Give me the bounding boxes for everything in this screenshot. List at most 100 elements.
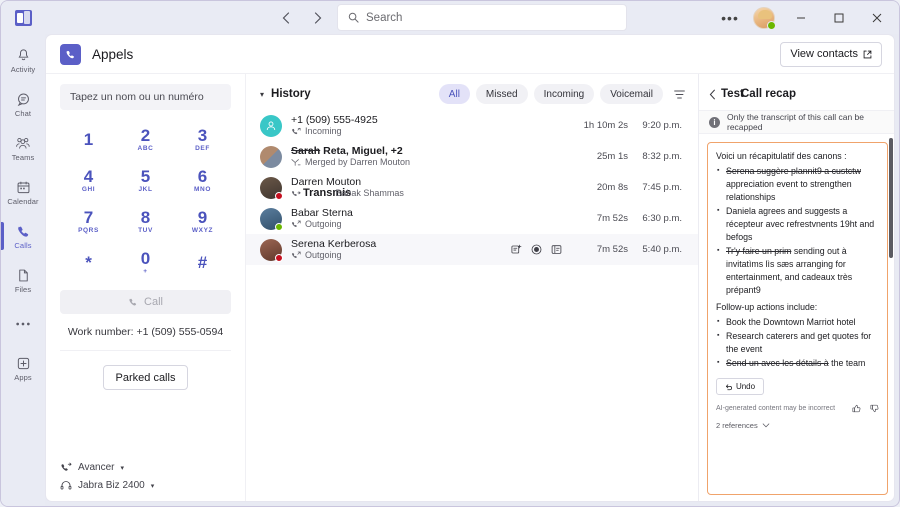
table-row[interactable]: Serena Kerberosa Outgoing 7m 52s 5:40 p.…	[246, 234, 698, 265]
key-digit: 4	[83, 166, 94, 186]
sidebar-label-activity: Activity	[10, 64, 36, 74]
call-button-label: Call	[144, 296, 163, 308]
filter-chip-incoming[interactable]: Incoming	[533, 84, 595, 104]
sidebar-item-files[interactable]: Files	[1, 258, 45, 302]
sidebar-label-apps: Apps	[14, 372, 32, 382]
main-content-card: Appels View contacts Tapez un nom ou un …	[45, 34, 895, 502]
dial-input[interactable]: Tapez un nom ou un numéro	[60, 84, 231, 110]
search-input[interactable]: Search	[337, 4, 627, 31]
sidebar-item-calendar[interactable]: Calendar	[1, 170, 45, 214]
followup-text: Research caterers and get quotes for the…	[726, 331, 872, 354]
sidebar-item-activity[interactable]: Activity	[1, 38, 45, 82]
key-2[interactable]: 2 ABC	[117, 120, 174, 159]
call-record-icon[interactable]	[531, 244, 542, 255]
presence-indicator	[275, 222, 283, 231]
sidebar-item-chat[interactable]: Chat	[1, 82, 45, 126]
document-icon	[16, 267, 31, 284]
row-actions	[511, 244, 562, 255]
recap-note-text: Only the transcript of this call can be …	[727, 112, 865, 132]
call-status: Outgoing	[291, 219, 578, 230]
info-icon: i	[709, 116, 720, 128]
call-duration: 7m 52s	[596, 244, 628, 255]
call-status-label: Merged by Darren Mouton	[305, 157, 411, 167]
titlebar: Search •••	[1, 1, 899, 34]
references-toggle[interactable]: 2 references	[716, 421, 879, 430]
key-star[interactable]: *	[60, 243, 117, 282]
audio-device-setting[interactable]: Jabra Biz 2400 ▾	[60, 480, 154, 491]
table-row[interactable]: Babar Sterna Outgoing 7m 52s 6:30 p.m.	[246, 203, 698, 234]
key-8[interactable]: 8 TUV	[117, 202, 174, 241]
key-6[interactable]: 6 MNO	[174, 161, 231, 200]
table-row[interactable]: Darren Mouton Transmis Babak Shammas 20m…	[246, 172, 698, 203]
sidebar-label-calendar: Calendar	[7, 196, 39, 206]
add-person-icon[interactable]	[511, 244, 522, 255]
back-button[interactable]	[273, 5, 299, 31]
filter-icon[interactable]	[673, 88, 686, 101]
teams-window: Search ••• Activity Chat Teams Calendar …	[0, 0, 900, 507]
calendar-icon	[16, 179, 31, 196]
caller-name-main: Reta, Miguel, +2	[323, 145, 403, 157]
recap-scroll-area[interactable]: Voici un récapitulatif des canons : Sere…	[699, 134, 894, 501]
filter-chip-missed[interactable]: Missed	[475, 84, 528, 104]
call-time: 8:32 p.m.	[642, 151, 682, 162]
key-9[interactable]: 9 WXYZ	[174, 202, 231, 241]
key-1[interactable]: 1	[60, 120, 117, 159]
filter-chip-voicemail[interactable]: Voicemail	[600, 84, 663, 104]
sidebar-item-apps[interactable]: Apps	[1, 346, 45, 390]
sidebar-item-calls[interactable]: Calls	[1, 214, 45, 258]
avatar[interactable]	[753, 6, 776, 30]
undo-button[interactable]: Undo	[716, 378, 764, 395]
call-duration: 25m 1s	[596, 151, 628, 162]
sidebar-item-more[interactable]	[1, 302, 45, 346]
recap-followups: Book the Downtown Marriot hotel Research…	[716, 315, 879, 370]
key-digit: 3	[197, 125, 208, 145]
key-digit: #	[197, 252, 208, 272]
call-button[interactable]: Call	[60, 290, 231, 314]
call-duration: 20m 8s	[596, 182, 628, 193]
row-text: Serena Kerberosa Outgoing	[291, 238, 511, 261]
bell-icon	[16, 47, 31, 64]
thumbs-up-icon[interactable]	[852, 404, 861, 413]
table-row[interactable]: +1 (509) 555-4925 Incoming 1h 10m 2s 9:2…	[246, 110, 698, 141]
recap-title: Call recap	[741, 88, 796, 100]
recap-scrollbar[interactable]	[889, 138, 893, 258]
presence-indicator	[275, 191, 283, 200]
table-row[interactable]: Sarah Reta, Miguel, +2 Merged by Darren …	[246, 141, 698, 172]
parked-calls-button[interactable]: Parked calls	[102, 365, 189, 390]
recap-title-ghost: Test	[721, 88, 744, 100]
key-0[interactable]: 0 +	[117, 243, 174, 282]
key-digit: 5	[140, 166, 151, 186]
key-5[interactable]: 5 JKL	[117, 161, 174, 200]
key-4[interactable]: 4 GHI	[60, 161, 117, 200]
recap-card: Voici un récapitulatif des canons : Sere…	[707, 142, 888, 495]
sidebar-item-teams[interactable]: Teams	[1, 126, 45, 170]
row-text: Babar Sterna Outgoing	[291, 207, 578, 230]
recap-bullet-text: appreciation event to strengthen relatio…	[726, 179, 852, 202]
ai-disclaimer-row: AI-generated content may be incorrect	[716, 404, 879, 413]
key-7[interactable]: 7 PQRS	[60, 202, 117, 241]
history-header: ▾ History All Missed Incoming Voicemail	[246, 78, 698, 110]
chevron-down-icon	[762, 423, 770, 428]
forward-button[interactable]	[305, 5, 331, 31]
call-duration: 1h 10m 2s	[583, 120, 628, 131]
thumbs-down-icon[interactable]	[870, 404, 879, 413]
chevron-left-icon[interactable]	[709, 89, 716, 100]
filter-chip-all[interactable]: All	[438, 84, 470, 104]
phone-icon	[128, 297, 138, 307]
view-contacts-button[interactable]: View contacts	[780, 41, 882, 67]
call-status: Incoming	[291, 126, 578, 137]
calls-app-icon	[60, 43, 81, 65]
call-forward-setting[interactable]: Avancer ▾	[60, 462, 154, 473]
key-3[interactable]: 3 DEF	[174, 120, 231, 159]
call-status: Transmis Babak Shammas	[291, 188, 578, 199]
recap-note: i Only the transcript of this call can b…	[699, 110, 894, 134]
key-letters: WXYZ	[191, 226, 214, 234]
history-list: +1 (509) 555-4925 Incoming 1h 10m 2s 9:2…	[246, 110, 698, 501]
ellipsis-icon	[15, 316, 31, 333]
recap-bullet-strike: Tr'y faire un prim	[726, 246, 792, 256]
call-time: 5:40 p.m.	[642, 244, 682, 255]
history-collapse-caret[interactable]: ▾	[260, 90, 264, 99]
key-digit: 0	[140, 248, 151, 268]
key-hash[interactable]: #	[174, 243, 231, 282]
chat-icon[interactable]	[551, 244, 562, 255]
